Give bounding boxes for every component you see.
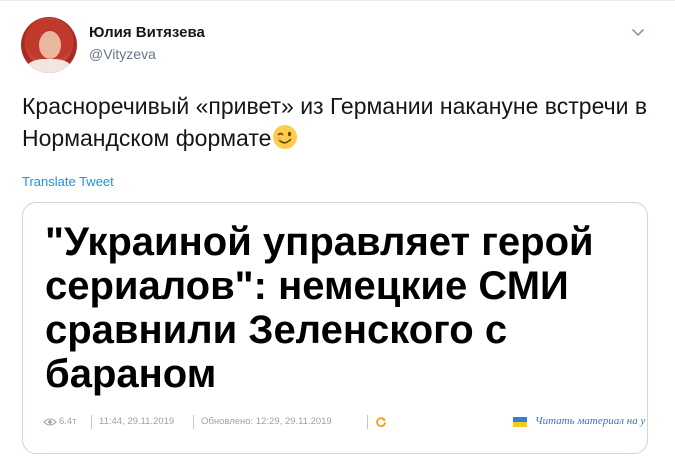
link-card[interactable]: "Украиной управляет герой сериалов": нем… [22,202,648,454]
tweet-text-content: Красноречивый «привет» из Германии накан… [22,93,648,151]
winking-face-icon [273,125,298,149]
avatar-shirt [27,59,71,73]
meta-divider [367,415,368,429]
tweet: Юлия Витязева @Vityzeva Красноречивый «п… [0,0,675,465]
meta-divider [193,415,194,429]
card-published: 11:44, 29.11.2019 [99,416,175,427]
avatar[interactable] [21,17,77,73]
card-updated: Обновлено: 12:29, 29.11.2019 [201,416,332,427]
read-more-link[interactable]: Читать материал на у [535,415,645,427]
chevron-down-icon[interactable] [630,24,646,40]
flag-yellow [513,422,527,427]
eye-icon [43,418,57,426]
author-name[interactable]: Юлия Витязева [89,24,205,41]
meta-divider [91,415,92,429]
translate-tweet-link[interactable]: Translate Tweet [22,174,114,189]
refresh-icon[interactable] [375,416,387,428]
author-handle[interactable]: @Vityzeva [89,46,156,62]
card-views: 6.4т [59,416,77,427]
avatar-face [39,31,61,59]
card-headline: "Украиной управляет герой сериалов": нем… [45,220,594,396]
tweet-text: Красноречивый «привет» из Германии накан… [22,90,652,154]
divider [0,0,675,1]
ukraine-flag-icon [513,417,527,427]
card-meta: 6.4т 11:44, 29.11.2019 Обновлено: 12:29,… [43,415,647,431]
